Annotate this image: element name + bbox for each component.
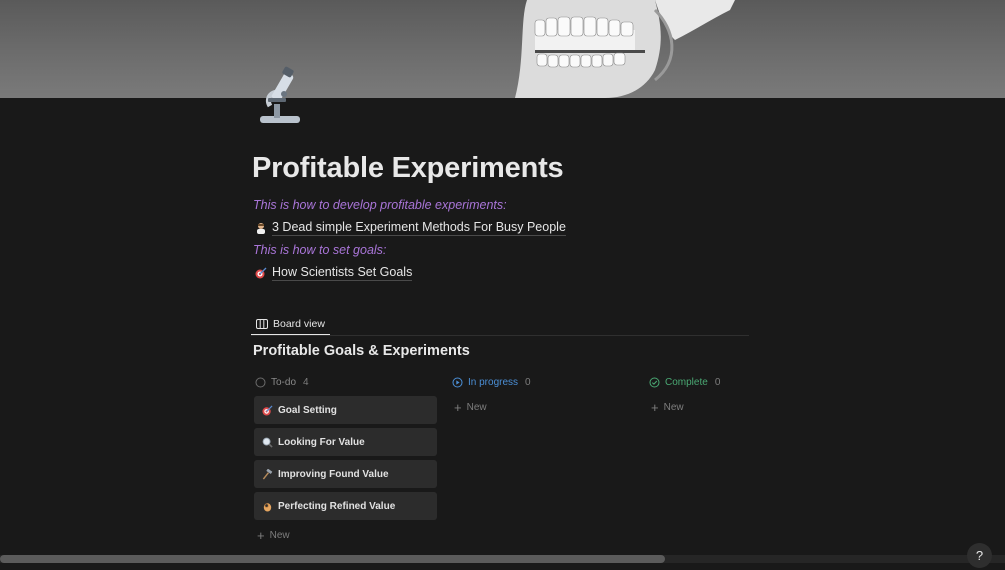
card-label: Improving Found Value	[278, 468, 389, 480]
check-circle-icon	[649, 377, 660, 387]
card-label: Goal Setting	[278, 404, 337, 416]
column-count: 0	[714, 376, 721, 388]
scientist-icon	[257, 223, 265, 234]
column-header-todo[interactable]: To-do 4	[254, 374, 437, 390]
magnifier-icon	[262, 437, 273, 448]
ok-hand-icon	[263, 502, 272, 512]
empty-circle-icon	[255, 377, 266, 387]
board-column-todo: To-do 4 Goal Setting Looking For Value I…	[254, 374, 437, 545]
intro-experiments-text: This is how to develop profitable experi…	[253, 198, 507, 212]
new-card-button-todo[interactable]: + New	[254, 525, 437, 545]
plus-icon: +	[257, 527, 265, 543]
card-label: Perfecting Refined Value	[278, 500, 396, 512]
help-button[interactable]: ?	[967, 543, 992, 568]
new-card-button-in-progress[interactable]: + New	[451, 397, 634, 417]
card-looking-for-value[interactable]: Looking For Value	[254, 428, 437, 456]
help-icon: ?	[975, 548, 984, 563]
plus-icon: +	[454, 399, 462, 415]
new-label: New	[466, 401, 487, 413]
tab-board-view[interactable]: Board view	[251, 313, 330, 336]
play-circle-icon	[452, 377, 463, 387]
database-title[interactable]: Profitable Goals & Experiments	[253, 343, 470, 359]
link-set-goals-label: How Scientists Set Goals	[272, 265, 413, 281]
column-label: In progress	[468, 376, 519, 388]
plus-icon: +	[651, 399, 659, 415]
tab-divider	[251, 335, 749, 336]
board-view-icon	[256, 318, 268, 329]
new-label: New	[663, 401, 684, 413]
intro-goals-text: This is how to set goals:	[253, 243, 387, 257]
new-card-button-complete[interactable]: + New	[648, 397, 831, 417]
board-column-complete: Complete 0 + New	[648, 374, 831, 417]
board-column-in-progress: In progress 0 + New	[451, 374, 634, 417]
card-label: Looking For Value	[278, 436, 365, 448]
column-count: 0	[525, 376, 531, 388]
new-label: New	[269, 529, 290, 541]
microscope-icon[interactable]	[254, 66, 306, 126]
tab-board-view-label: Board view	[273, 317, 325, 330]
page-title[interactable]: Profitable Experiments	[252, 152, 564, 185]
page-cover[interactable]	[0, 0, 1005, 98]
link-experiment-methods[interactable]: 3 Dead simple Experiment Methods For Bus…	[255, 220, 566, 236]
dart-target-icon	[262, 404, 273, 416]
column-label: Complete	[665, 376, 708, 388]
link-set-goals[interactable]: How Scientists Set Goals	[255, 265, 413, 281]
skull-jaw-image	[515, 0, 735, 98]
column-header-complete[interactable]: Complete 0	[648, 374, 831, 390]
link-experiment-methods-label: 3 Dead simple Experiment Methods For Bus…	[272, 220, 566, 236]
card-improving-found-value[interactable]: Improving Found Value	[254, 460, 437, 488]
card-goal-setting[interactable]: Goal Setting	[254, 396, 437, 424]
column-count: 4	[303, 376, 309, 388]
card-perfecting-refined-value[interactable]: Perfecting Refined Value	[254, 492, 437, 520]
horizontal-scrollbar-thumb[interactable]	[0, 555, 665, 563]
column-header-in-progress[interactable]: In progress 0	[451, 374, 634, 390]
column-label: To-do	[271, 376, 297, 388]
hammer-icon	[262, 468, 273, 480]
dart-target-icon	[255, 267, 267, 279]
